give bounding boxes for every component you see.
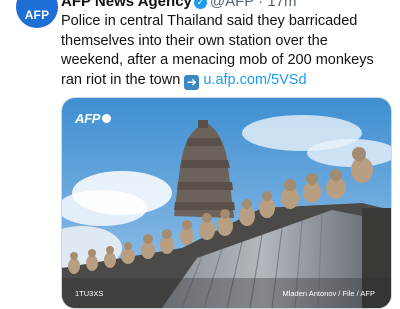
tweet-link[interactable]: u.afp.com/5VSd bbox=[203, 72, 306, 88]
avatar[interactable]: AFP bbox=[16, 0, 58, 28]
photo-credit: Mladen Antonov / File / AFP bbox=[282, 289, 375, 298]
afp-dot-icon bbox=[102, 114, 112, 123]
tweet-timestamp[interactable]: 17m bbox=[267, 0, 296, 10]
author-handle[interactable]: @AFP bbox=[210, 0, 254, 10]
afp-watermark-text: AFP bbox=[75, 111, 101, 126]
tweet-header: AFP News Agency ✓ @AFP · 17m bbox=[61, 0, 391, 11]
author-name[interactable]: AFP News Agency bbox=[61, 0, 192, 10]
header-separator: · bbox=[258, 0, 264, 10]
right-arrow-emoji-icon: ➜ bbox=[184, 74, 200, 90]
photo-illustration bbox=[62, 98, 391, 308]
tweet-media-photo[interactable]: AFP 1TU3XS Mladen Antonov / File / AFP bbox=[61, 97, 392, 309]
afp-watermark: AFP bbox=[75, 111, 112, 126]
tweet-text: Police in central Thailand said they bar… bbox=[61, 12, 391, 90]
photo-code: 1TU3XS bbox=[75, 289, 104, 298]
verified-badge-icon: ✓ bbox=[193, 0, 207, 9]
avatar-logo-text: AFP bbox=[24, 8, 50, 22]
